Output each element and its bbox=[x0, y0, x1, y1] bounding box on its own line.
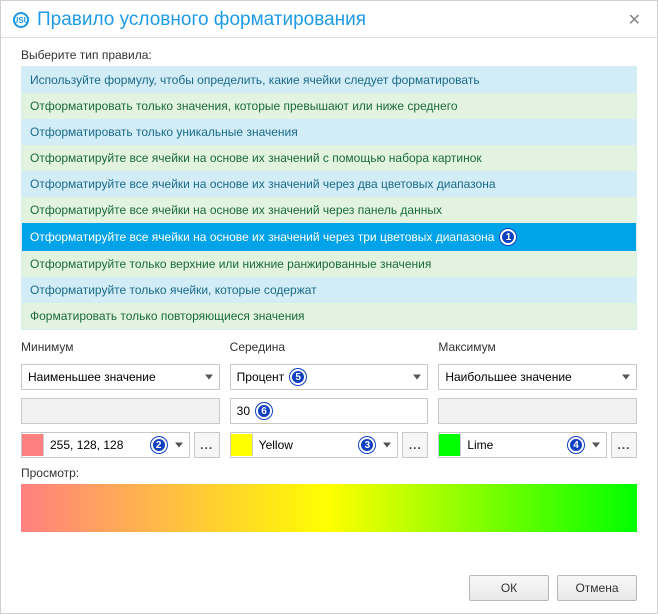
gradient-preview bbox=[21, 484, 637, 532]
max-value-input[interactable] bbox=[438, 398, 637, 424]
max-color-swatch bbox=[439, 434, 461, 456]
chevron-down-icon bbox=[413, 375, 421, 380]
type-row: Наименьшее значение Процент 5 Наибольшее… bbox=[21, 364, 637, 390]
cancel-button[interactable]: Отмена bbox=[557, 575, 637, 601]
mid-value-text: 30 bbox=[237, 404, 250, 418]
max-color-name: Lime bbox=[467, 438, 493, 452]
min-color-more-button[interactable]: ... bbox=[194, 432, 220, 458]
max-color-more-button[interactable]: ... bbox=[611, 432, 637, 458]
dialog-content: Выберите тип правила: Используйте формул… bbox=[1, 38, 657, 556]
mid-value-input[interactable]: 30 6 bbox=[230, 398, 429, 424]
min-color-dropdown[interactable]: 255, 128, 128 2 bbox=[21, 432, 190, 458]
min-color-name: 255, 128, 128 bbox=[50, 438, 123, 452]
callout-marker-2: 2 bbox=[151, 437, 167, 453]
rule-item[interactable]: Отформатировать только уникальные значен… bbox=[22, 119, 636, 145]
columns-header: Минимум Середина Максимум bbox=[21, 340, 637, 356]
mid-color-more-button[interactable]: ... bbox=[402, 432, 428, 458]
color-row-group: 255, 128, 128 2 ... Yellow 3 ... bbox=[21, 432, 637, 458]
chevron-down-icon bbox=[592, 443, 600, 448]
chevron-down-icon bbox=[175, 443, 183, 448]
rule-item[interactable]: Отформатируйте только верхние или нижние… bbox=[22, 251, 636, 277]
max-label: Максимум bbox=[438, 340, 637, 354]
rule-item-selected[interactable]: Отформатируйте все ячейки на основе их з… bbox=[22, 223, 636, 251]
callout-marker-3: 3 bbox=[359, 437, 375, 453]
titlebar: USU Правило условного форматирования ✕ bbox=[1, 1, 657, 38]
window-title: Правило условного форматирования bbox=[37, 9, 624, 31]
mid-color-name: Yellow bbox=[259, 438, 293, 452]
rule-item[interactable]: Отформатируйте только ячейки, которые со… bbox=[22, 277, 636, 303]
callout-marker-1: 1 bbox=[500, 229, 516, 245]
min-value-input[interactable] bbox=[21, 398, 220, 424]
callout-marker-4: 4 bbox=[568, 437, 584, 453]
rule-item[interactable]: Отформатировать только значения, которые… bbox=[22, 93, 636, 119]
min-type-dropdown[interactable]: Наименьшее значение bbox=[21, 364, 220, 390]
close-icon[interactable]: ✕ bbox=[624, 10, 645, 30]
min-type-value: Наименьшее значение bbox=[28, 370, 156, 384]
mid-color-dropdown[interactable]: Yellow 3 bbox=[230, 432, 399, 458]
mid-color-swatch bbox=[231, 434, 253, 456]
chevron-down-icon bbox=[205, 375, 213, 380]
rule-item[interactable]: Используйте формулу, чтобы определить, к… bbox=[22, 67, 636, 93]
callout-marker-5: 5 bbox=[290, 369, 306, 385]
chevron-down-icon bbox=[383, 443, 391, 448]
max-type-value: Наибольшее значение bbox=[445, 370, 571, 384]
min-color-swatch bbox=[22, 434, 44, 456]
max-color-dropdown[interactable]: Lime 4 bbox=[438, 432, 607, 458]
value-row: 30 6 bbox=[21, 398, 637, 424]
min-label: Минимум bbox=[21, 340, 220, 354]
rule-type-list: Используйте формулу, чтобы определить, к… bbox=[21, 66, 637, 330]
rule-item[interactable]: Форматировать только повторяющиеся значе… bbox=[22, 303, 636, 329]
mid-type-dropdown[interactable]: Процент 5 bbox=[230, 364, 429, 390]
mid-type-value: Процент bbox=[237, 370, 285, 384]
ok-button[interactable]: ОК bbox=[469, 575, 549, 601]
app-logo-icon: USU bbox=[13, 12, 29, 28]
rule-item[interactable]: Отформатируйте все ячейки на основе их з… bbox=[22, 171, 636, 197]
dialog-footer: ОК Отмена bbox=[469, 575, 637, 601]
max-type-dropdown[interactable]: Наибольшее значение bbox=[438, 364, 637, 390]
callout-marker-6: 6 bbox=[256, 403, 272, 419]
preview-label: Просмотр: bbox=[21, 466, 637, 480]
rule-item[interactable]: Отформатируйте все ячейки на основе их з… bbox=[22, 145, 636, 171]
mid-label: Середина bbox=[230, 340, 429, 354]
rule-item[interactable]: Отформатируйте все ячейки на основе их з… bbox=[22, 197, 636, 223]
chevron-down-icon bbox=[622, 375, 630, 380]
choose-rule-label: Выберите тип правила: bbox=[21, 48, 637, 62]
